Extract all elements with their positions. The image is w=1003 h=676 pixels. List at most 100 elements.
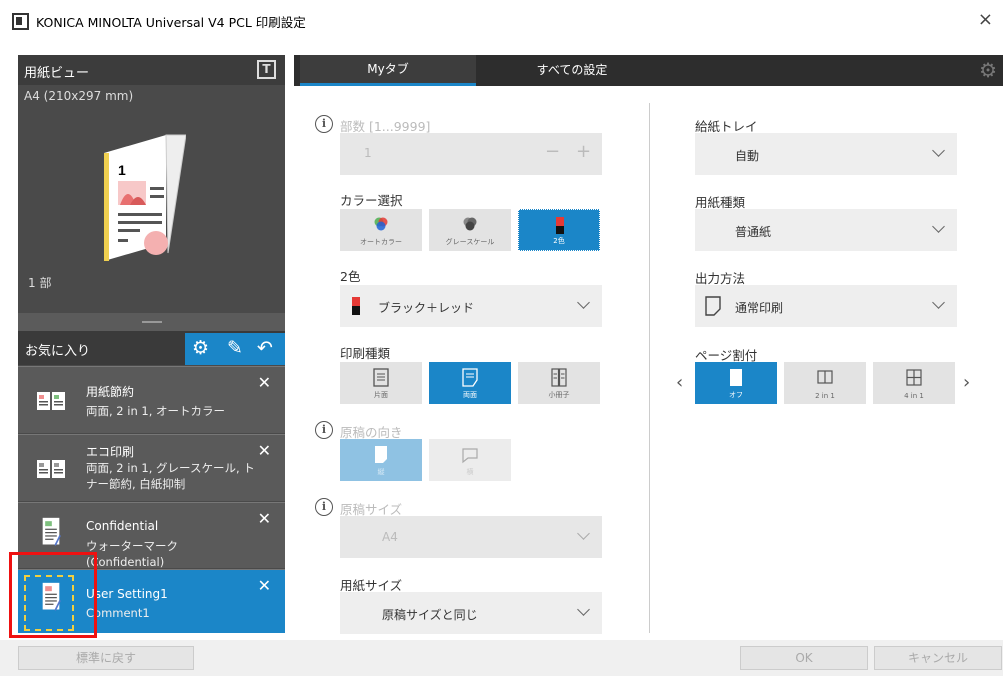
footer-bar: 標準に戻す OK キャンセル: [0, 640, 1003, 676]
chevron-left-icon[interactable]: ‹: [676, 372, 683, 393]
paper-type-value: 普通紙: [735, 225, 772, 239]
option-caption: 小冊子: [548, 391, 570, 399]
original-size-dropdown: A4: [340, 516, 602, 558]
output-method-value: 通常印刷: [735, 301, 784, 315]
nup-4in1-button[interactable]: 4 in 1: [873, 362, 955, 404]
copies-readout: 1 部: [28, 276, 52, 290]
landscape-button: 横: [429, 439, 511, 481]
auto-color-icon: [374, 217, 388, 231]
favorite-item-eco-print[interactable]: エコ印刷 両面, 2 in 1, グレースケール, トナー節約, 白紙抑制 ✕: [18, 434, 285, 501]
increment-button[interactable]: +: [576, 141, 591, 162]
title-bar: KONICA MINOLTA Universal V4 PCL 印刷設定 ×: [0, 0, 1003, 40]
nup-off-button[interactable]: オフ: [695, 362, 777, 404]
black-red-swatch-icon: [352, 297, 360, 315]
paper-view-header: 用紙ビュー T: [18, 55, 285, 85]
paper-size-readout: A4 (210x297 mm): [24, 89, 134, 103]
single-page-icon: [730, 369, 742, 386]
favorite-desc: 両面, 2 in 1, グレースケール, トナー節約, 白紙抑制: [86, 461, 255, 491]
panel-splitter[interactable]: [18, 313, 285, 331]
duplex-button[interactable]: 両面: [429, 362, 511, 404]
original-size-value: A4: [382, 530, 398, 544]
single-side-icon: [373, 368, 389, 387]
tab-bar: Myタブ すべての設定 ⚙: [294, 55, 1003, 86]
chevron-down-icon: [932, 220, 945, 233]
document-icon: [705, 296, 721, 316]
pencil-edit-icon[interactable]: ✎: [227, 337, 243, 359]
option-caption: 4 in 1: [904, 392, 924, 400]
landscape-icon: [462, 448, 478, 464]
delete-favorite-icon[interactable]: ✕: [258, 373, 271, 392]
highlight-annotation-box: [9, 552, 97, 638]
chevron-down-icon: [932, 144, 945, 157]
settings-gear-icon[interactable]: ⚙: [979, 58, 997, 82]
two-color-icon: [556, 217, 564, 234]
color-auto-button[interactable]: オートカラー: [340, 209, 422, 251]
delete-favorite-icon[interactable]: ✕: [258, 441, 271, 460]
portrait-icon: [375, 446, 387, 463]
option-caption: 2色: [553, 237, 565, 245]
color-two-color-button[interactable]: 2色: [518, 209, 600, 251]
option-caption: オートカラー: [360, 238, 402, 246]
text-toggle-icon[interactable]: T: [257, 60, 276, 79]
portrait-button: 縦: [340, 439, 422, 481]
print-type-label: 印刷種類: [340, 346, 391, 361]
color-grayscale-button[interactable]: グレースケール: [429, 209, 511, 251]
booklet-button[interactable]: 小冊子: [518, 362, 600, 404]
option-caption: 横: [466, 468, 474, 476]
grayscale-icon: [463, 217, 477, 231]
two-color-label: 2色: [340, 269, 361, 284]
gear-icon[interactable]: ⚙: [192, 337, 209, 359]
watermark-thumbnail-icon: [42, 517, 61, 546]
favorite-item-paper-saving[interactable]: 用紙節約 両面, 2 in 1, オートカラー ✕: [18, 366, 285, 433]
nup-2in1-button[interactable]: 2 in 1: [784, 362, 866, 404]
delete-favorite-icon[interactable]: ✕: [258, 576, 271, 595]
copies-value: 1: [364, 146, 372, 160]
option-caption: 両面: [463, 391, 477, 399]
option-caption: オフ: [729, 391, 743, 399]
simplex-button[interactable]: 片面: [340, 362, 422, 404]
two-color-dropdown[interactable]: ブラック＋レッド: [340, 285, 602, 327]
chevron-down-icon: [577, 527, 590, 540]
undo-icon[interactable]: ↶: [257, 337, 273, 359]
decrement-button[interactable]: −: [545, 141, 560, 162]
copies-field[interactable]: 1 − +: [340, 133, 602, 175]
favorites-header: お気に入り ⚙ ✎ ↶: [18, 331, 285, 365]
four-up-icon: [906, 369, 922, 386]
chevron-right-icon[interactable]: ›: [963, 372, 970, 393]
output-method-dropdown[interactable]: 通常印刷: [695, 285, 957, 327]
close-button[interactable]: ×: [978, 9, 993, 30]
left-panel: 用紙ビュー T A4 (210x297 mm) 1 1 部 お気に入り ⚙ ✎ …: [18, 55, 285, 633]
tray-value: 自動: [735, 149, 760, 163]
info-icon[interactable]: i: [315, 421, 333, 439]
info-icon[interactable]: i: [315, 498, 333, 516]
favorites-toolbar: ⚙ ✎ ↶: [185, 333, 285, 365]
tray-dropdown[interactable]: 自動: [695, 133, 957, 175]
chevron-down-icon: [932, 296, 945, 309]
booklet-icon: [551, 368, 567, 387]
cancel-button[interactable]: キャンセル: [874, 646, 1002, 670]
favorite-name: Confidential: [86, 519, 159, 533]
two-up-thumbnail-icon: [37, 392, 65, 410]
favorite-name: User Setting1: [86, 587, 168, 601]
chevron-down-icon: [577, 603, 590, 616]
color-select-label: カラー選択: [340, 193, 403, 208]
double-side-icon: [462, 368, 478, 387]
two-up-thumbnail-icon: [37, 460, 65, 478]
favorites-title: お気に入り: [25, 344, 91, 359]
favorite-desc: ウォーターマーク (Confidential): [86, 539, 178, 569]
reset-defaults-button[interactable]: 標準に戻す: [18, 646, 194, 670]
paper-size-value: 原稿サイズと同じ: [382, 608, 478, 622]
favorite-name: エコ印刷: [86, 445, 135, 459]
ok-button[interactable]: OK: [740, 646, 868, 670]
option-caption: 2 in 1: [815, 392, 835, 400]
delete-favorite-icon[interactable]: ✕: [258, 509, 271, 528]
paper-view-title: 用紙ビュー: [24, 66, 90, 81]
two-color-value: ブラック＋レッド: [378, 301, 475, 315]
option-caption: 縦: [377, 468, 385, 476]
paper-type-dropdown[interactable]: 普通紙: [695, 209, 957, 251]
info-icon[interactable]: i: [315, 115, 333, 133]
tab-all-settings[interactable]: すべての設定: [484, 55, 660, 86]
paper-size-dropdown[interactable]: 原稿サイズと同じ: [340, 592, 602, 634]
option-caption: 片面: [374, 391, 388, 399]
tab-my[interactable]: Myタブ: [300, 55, 476, 86]
